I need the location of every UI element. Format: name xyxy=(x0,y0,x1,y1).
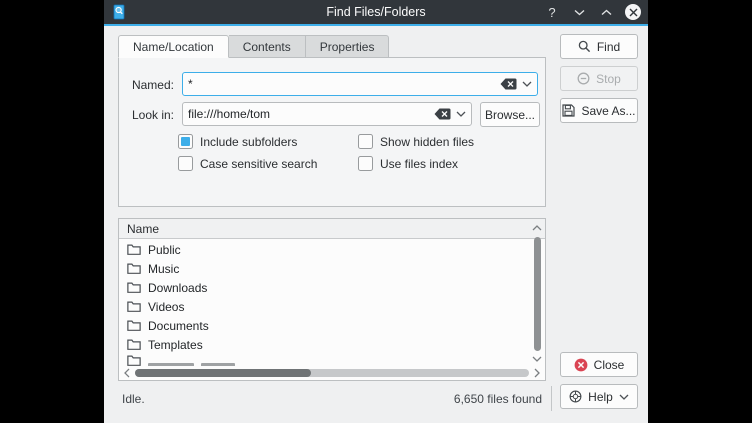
clear-input-icon[interactable] xyxy=(500,78,517,90)
checkbox-unchecked-icon[interactable] xyxy=(358,156,373,171)
browse-button[interactable]: Browse... xyxy=(480,102,540,127)
list-item[interactable]: Music xyxy=(119,259,529,278)
help-dropdown-icon xyxy=(619,394,629,400)
help-button[interactable]: Help xyxy=(560,384,638,409)
tab-name-location[interactable]: Name/Location xyxy=(118,35,229,58)
checkbox-unchecked-icon[interactable] xyxy=(358,134,373,149)
named-dropdown-icon[interactable] xyxy=(522,81,532,87)
named-input[interactable]: * xyxy=(182,72,538,96)
stop-button: Stop xyxy=(560,66,638,91)
tab-bar: Name/Location Contents Properties xyxy=(118,35,389,58)
status-text: Idle. xyxy=(122,392,145,406)
help-window-button[interactable]: ? xyxy=(544,4,560,20)
minimize-icon[interactable] xyxy=(571,4,587,20)
close-window-icon[interactable] xyxy=(625,4,641,20)
help-lifebuoy-icon xyxy=(569,390,582,403)
save-icon xyxy=(562,104,575,117)
list-item-partial[interactable] xyxy=(119,354,529,366)
scroll-right-icon[interactable] xyxy=(531,367,543,379)
status-separator xyxy=(551,386,552,411)
vertical-scroll-thumb[interactable] xyxy=(534,237,541,351)
close-button[interactable]: Close xyxy=(560,352,638,377)
lookin-dropdown-icon[interactable] xyxy=(456,111,466,117)
list-item[interactable]: Templates xyxy=(119,335,529,354)
list-item[interactable]: Documents xyxy=(119,316,529,335)
save-as-button[interactable]: Save As... xyxy=(560,98,638,123)
scroll-down-icon[interactable] xyxy=(531,353,543,365)
named-label: Named: xyxy=(120,78,174,92)
scroll-left-icon[interactable] xyxy=(121,367,133,379)
list-item[interactable]: Videos xyxy=(119,297,529,316)
tab-contents[interactable]: Contents xyxy=(229,35,306,58)
vertical-scrollbar[interactable] xyxy=(529,219,545,366)
checkbox-use-files-index[interactable]: Use files index xyxy=(358,156,458,171)
checkbox-include-subfolders[interactable]: Include subfolders xyxy=(178,134,297,149)
status-bar: Idle. 6,650 files found xyxy=(118,388,552,410)
checkbox-show-hidden[interactable]: Show hidden files xyxy=(358,134,474,149)
horizontal-scrollbar[interactable] xyxy=(119,366,545,380)
search-icon xyxy=(578,40,591,53)
files-found-count: 6,650 files found xyxy=(454,392,542,406)
checkbox-checked-icon[interactable] xyxy=(178,134,193,149)
clear-input-icon[interactable] xyxy=(434,108,451,120)
checkbox-case-sensitive[interactable]: Case sensitive search xyxy=(178,156,317,171)
list-item[interactable]: Downloads xyxy=(119,278,529,297)
column-header-name[interactable]: Name xyxy=(119,219,545,239)
maximize-icon[interactable] xyxy=(598,4,614,20)
list-item[interactable]: Public xyxy=(119,240,529,259)
lookin-input[interactable]: file:///home/tom xyxy=(182,102,472,126)
lookin-label: Look in: xyxy=(120,108,174,122)
titlebar[interactable]: Find Files/Folders ? xyxy=(104,0,648,24)
checkbox-unchecked-icon[interactable] xyxy=(178,156,193,171)
tab-properties[interactable]: Properties xyxy=(306,35,390,58)
find-button[interactable]: Find xyxy=(560,34,638,59)
horizontal-scroll-thumb[interactable] xyxy=(135,369,311,377)
scroll-up-icon[interactable] xyxy=(531,222,543,234)
lookin-value[interactable]: file:///home/tom xyxy=(188,107,429,121)
find-files-dialog: Find Files/Folders ? Name/Location Conte… xyxy=(104,0,648,423)
close-icon xyxy=(574,358,588,372)
stop-icon xyxy=(577,72,590,85)
results-list: Name Public Music Downloads Videos Docum… xyxy=(118,218,546,381)
named-value[interactable]: * xyxy=(188,77,495,91)
